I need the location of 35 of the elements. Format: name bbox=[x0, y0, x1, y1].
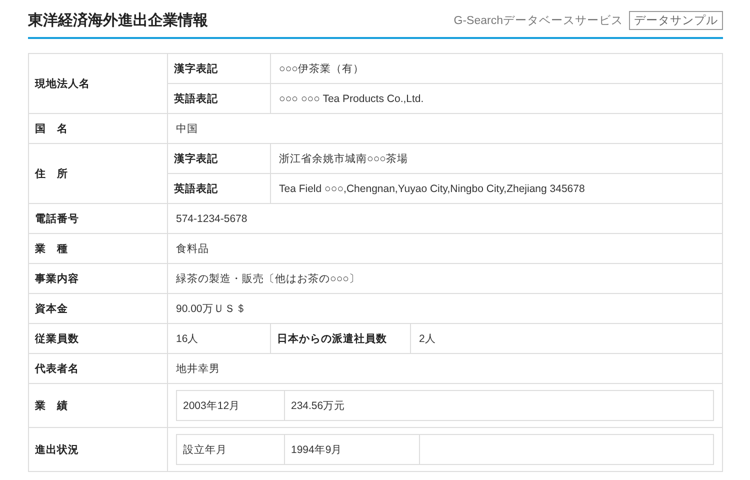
field-label: 代表者名 bbox=[28, 354, 168, 384]
field-value: 16人 bbox=[168, 324, 270, 354]
table-cell: 1994年9月 bbox=[284, 434, 420, 464]
sub-label: 漢字表記 bbox=[168, 144, 270, 174]
field-label: 電話番号 bbox=[28, 204, 168, 234]
field-value: 574-1234-5678 bbox=[168, 204, 722, 234]
service-name: G-Searchデータベースサービス bbox=[454, 14, 623, 28]
field-value: 地井幸男 bbox=[168, 354, 722, 384]
page-title: 東洋経済海外進出企業情報 bbox=[28, 11, 208, 30]
field-value: ○○○ ○○○ Tea Products Co.,Ltd. bbox=[270, 84, 722, 114]
field-value: 食料品 bbox=[168, 234, 722, 264]
field-value: Tea Field ○○○,Chengnan,Yuyao City,Ningbo City,Zhejiang 345678 bbox=[270, 174, 722, 204]
field-label: 事業内容 bbox=[28, 264, 168, 294]
field-label: 従業員数 bbox=[28, 324, 168, 354]
field-label: 進出状況 bbox=[28, 428, 168, 472]
field-label: 国 名 bbox=[28, 114, 168, 144]
field-value: 90.00万ＵＳ＄ bbox=[168, 294, 722, 324]
field-label: 資本金 bbox=[28, 294, 168, 324]
field-label: 業 種 bbox=[28, 234, 168, 264]
field-value: 浙江省余姚市城南○○○茶場 bbox=[270, 144, 722, 174]
table-cell: 設立年月 bbox=[176, 434, 284, 464]
sub-label: 英語表記 bbox=[168, 84, 270, 114]
field-value: 緑茶の製造・販売〔他はお茶の○○○〕 bbox=[168, 264, 722, 294]
field-label: 住 所 bbox=[28, 144, 168, 204]
sample-label: データサンプル bbox=[629, 11, 723, 30]
field-label: 業 績 bbox=[28, 384, 168, 428]
field-label: 日本からの派遣社員数 bbox=[270, 324, 410, 354]
field-value: ○○○伊茶業（有） bbox=[270, 54, 722, 84]
table-cell: 234.56万元 bbox=[284, 390, 714, 420]
table-cell: 2003年12月 bbox=[176, 390, 284, 420]
sub-label: 英語表記 bbox=[168, 174, 270, 204]
sub-label: 漢字表記 bbox=[168, 54, 270, 84]
field-value: 中国 bbox=[168, 114, 722, 144]
field-label: 現地法人名 bbox=[28, 54, 168, 114]
field-value: 2人 bbox=[410, 324, 722, 354]
